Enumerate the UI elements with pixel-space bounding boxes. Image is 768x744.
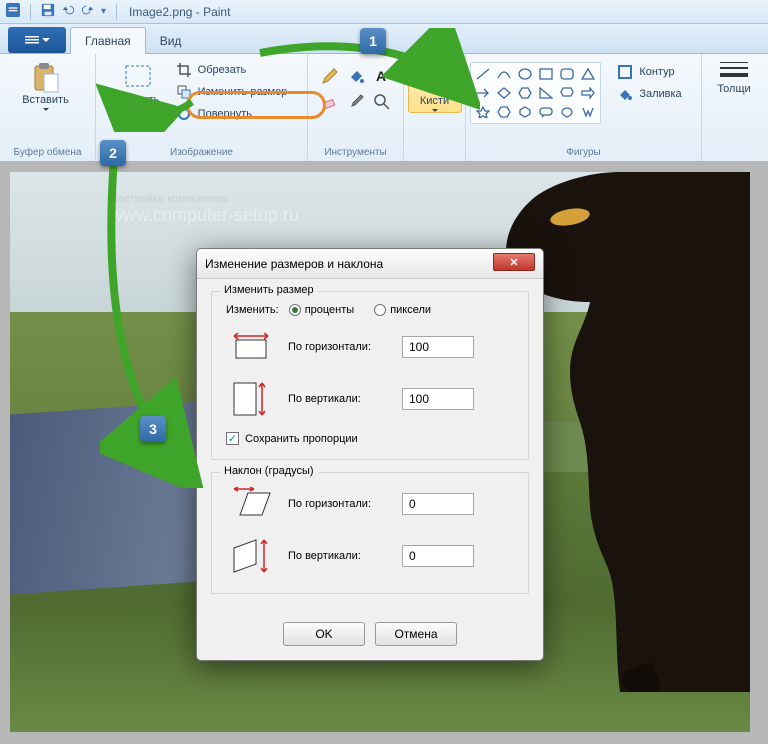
tab-view[interactable]: Вид — [146, 28, 196, 53]
text-icon[interactable]: A — [370, 64, 394, 88]
keep-aspect-checkbox[interactable]: Сохранить пропорции — [226, 432, 514, 445]
skew-horiz-input[interactable] — [402, 493, 474, 515]
resize-horiz-label: По горизонтали: — [288, 340, 390, 354]
undo-icon[interactable] — [61, 3, 75, 20]
dialog-close-button[interactable]: ✕ — [493, 253, 535, 271]
group-image-label: Изображение — [102, 145, 301, 161]
zoom-icon[interactable] — [370, 90, 394, 114]
annotation-badge-2: 2 — [100, 140, 126, 166]
thickness-button[interactable]: Толщи — [704, 58, 764, 95]
close-icon: ✕ — [509, 256, 518, 269]
resize-button[interactable]: Изменить размер — [170, 82, 294, 102]
brushes-button[interactable]: Кисти — [408, 58, 462, 113]
tab-main[interactable]: Главная — [70, 27, 146, 54]
annotation-badge-3: 3 — [140, 416, 166, 442]
tools-grid: A — [318, 64, 394, 114]
dialog-ok-button[interactable]: OK — [283, 622, 365, 646]
skew-vert-label: По вертикали: — [288, 549, 390, 563]
annotation-badge-1: 1 — [360, 28, 386, 54]
watermark: Настройка компьютера www.computer-setup.… — [110, 193, 299, 226]
skew-horiz-label: По горизонтали: — [288, 497, 390, 511]
resize-vert-input[interactable] — [402, 388, 474, 410]
qat-customize-icon[interactable]: ▾ — [101, 6, 106, 17]
picker-icon[interactable] — [344, 90, 368, 114]
radio-percent[interactable]: проценты — [289, 304, 355, 316]
file-menu-button[interactable] — [8, 27, 66, 53]
skew-vert-icon — [226, 537, 276, 575]
resize-skew-dialog: Изменение размеров и наклона ✕ Изменить … — [196, 248, 544, 661]
rotate-button[interactable]: Повернуть — [170, 104, 294, 124]
select-button[interactable]: ыделить — [110, 58, 166, 111]
app-menu-icon[interactable] — [6, 3, 20, 20]
resize-vert-icon — [226, 380, 276, 418]
dialog-title: Изменение размеров и наклона — [205, 257, 383, 271]
redo-icon[interactable] — [81, 3, 95, 20]
skew-vert-input[interactable] — [402, 545, 474, 567]
paste-button[interactable]: Вставить — [24, 58, 68, 111]
dialog-cancel-button[interactable]: Отмена — [375, 622, 457, 646]
group-tools-label: Инструменты — [314, 145, 397, 161]
shape-fill-button[interactable]: Заливка — [611, 84, 696, 104]
fill-icon[interactable] — [344, 64, 368, 88]
radio-pixels[interactable]: пиксели — [374, 304, 431, 316]
pencil-icon[interactable] — [318, 64, 342, 88]
svg-text:A: A — [376, 68, 386, 84]
group-shapes-label: Фигуры — [472, 145, 695, 161]
crop-button[interactable]: Обрезать — [170, 60, 294, 80]
resize-horiz-icon — [226, 328, 276, 366]
group-clipboard-label: Буфер обмена — [6, 145, 89, 161]
window-title: Image2.png - Paint — [129, 5, 230, 19]
skew-legend: Наклон (градусы) — [220, 465, 318, 477]
eraser-icon[interactable] — [318, 90, 342, 114]
resize-horiz-input[interactable] — [402, 336, 474, 358]
save-icon[interactable] — [41, 3, 55, 20]
shapes-gallery[interactable] — [470, 62, 601, 124]
resize-vert-label: По вертикали: — [288, 392, 390, 406]
title-bar: ▾ Image2.png - Paint — [0, 0, 768, 24]
skew-horiz-icon — [226, 485, 276, 523]
shape-outline-button[interactable]: Контур — [611, 62, 696, 82]
change-label: Изменить: — [226, 304, 279, 316]
resize-legend: Изменить размер — [220, 284, 318, 296]
